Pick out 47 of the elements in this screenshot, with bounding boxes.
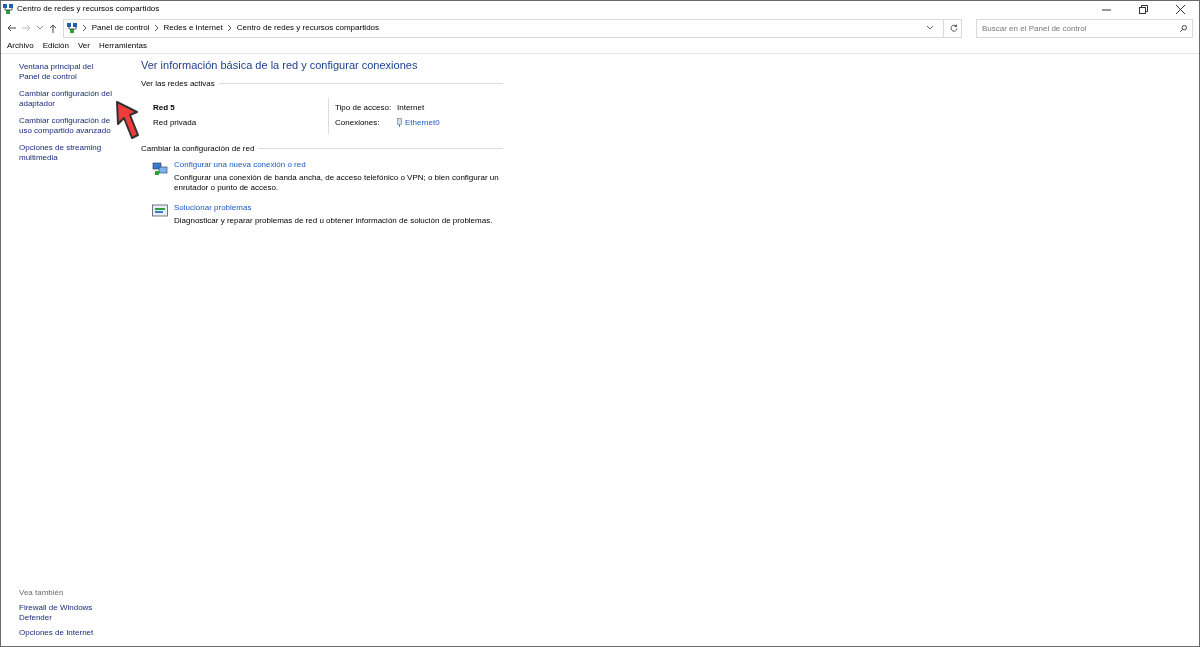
- restore-icon[interactable]: [1139, 4, 1148, 14]
- sidebar-link[interactable]: Opciones de Internet: [19, 628, 118, 638]
- task-description: Diagnosticar y reparar problemas de red u obtener información de solución de problemas.: [174, 215, 494, 226]
- back-icon[interactable]: [7, 24, 16, 32]
- refresh-icon[interactable]: [950, 24, 958, 32]
- sidebar-link[interactable]: Ventana principal del Panel de control: [19, 62, 113, 82]
- connection-link[interactable]: Ethernet0: [405, 116, 440, 129]
- section-heading: Ver las redes activas: [141, 77, 215, 90]
- chevron-right-icon: [227, 25, 232, 31]
- dropdown-icon[interactable]: [927, 26, 933, 30]
- task-description: Configurar una conexión de banda ancha, de acceso telefónico o VPN; o bien configurar un enrutador o punto de acceso.: [174, 172, 500, 193]
- chevron-down-icon[interactable]: [36, 26, 43, 30]
- sidebar-link[interactable]: Opciones de streaming multimedia: [19, 143, 113, 163]
- menu-item[interactable]: Ver: [77, 40, 90, 52]
- breadcrumb[interactable]: Panel de control: [91, 22, 150, 34]
- field-label: Conexiones:: [335, 116, 381, 129]
- task-link[interactable]: Solucionar problemas: [174, 202, 252, 213]
- sidebar-link[interactable]: Cambiar configuración del adaptador: [19, 89, 113, 109]
- troubleshoot-icon: [152, 203, 168, 218]
- access-type: Internet: [397, 101, 426, 114]
- search-icon[interactable]: [1180, 24, 1187, 32]
- pointer-arrow-icon: [115, 100, 141, 140]
- search-field[interactable]: Buscar en el Panel de control: [976, 18, 1193, 38]
- address-field[interactable]: Panel de control Redes e Internet Centro de redes y recursos compartidos: [62, 18, 962, 38]
- section-heading: Cambiar la configuración de red: [141, 142, 255, 155]
- up-icon[interactable]: [48, 23, 57, 33]
- network-name: Red 5: [153, 101, 176, 114]
- breadcrumb[interactable]: Redes e Internet: [163, 22, 223, 34]
- see-also-heading: Vea también: [19, 588, 65, 598]
- menu-item[interactable]: Herramientas: [98, 40, 147, 52]
- close-icon[interactable]: [1176, 4, 1185, 14]
- control-panel-icon: [66, 22, 78, 34]
- sidebar-link[interactable]: Firewall de Windows Defender: [19, 603, 118, 623]
- network-profile: Red privada: [153, 116, 198, 129]
- breadcrumb[interactable]: Centro de redes y recursos compartidos: [236, 22, 380, 34]
- chevron-right-icon: [154, 25, 159, 31]
- menu-item[interactable]: Edición: [42, 40, 69, 52]
- ethernet-icon: [397, 118, 402, 127]
- field-label: Tipo de acceso:: [335, 101, 393, 114]
- window-title: Centro de redes y recursos compartidos: [17, 3, 160, 15]
- menu-item[interactable]: Archivo: [7, 40, 34, 52]
- task-link[interactable]: Configurar una nueva conexión o red: [174, 159, 306, 170]
- app-icon: [3, 3, 14, 15]
- sidebar-link[interactable]: Cambiar configuración de uso compartido avanzado: [19, 116, 113, 136]
- page-heading: Ver información básica de la red y configurar conexiones: [141, 58, 419, 73]
- chevron-right-icon: [82, 25, 87, 31]
- network-setup-icon: [152, 160, 168, 177]
